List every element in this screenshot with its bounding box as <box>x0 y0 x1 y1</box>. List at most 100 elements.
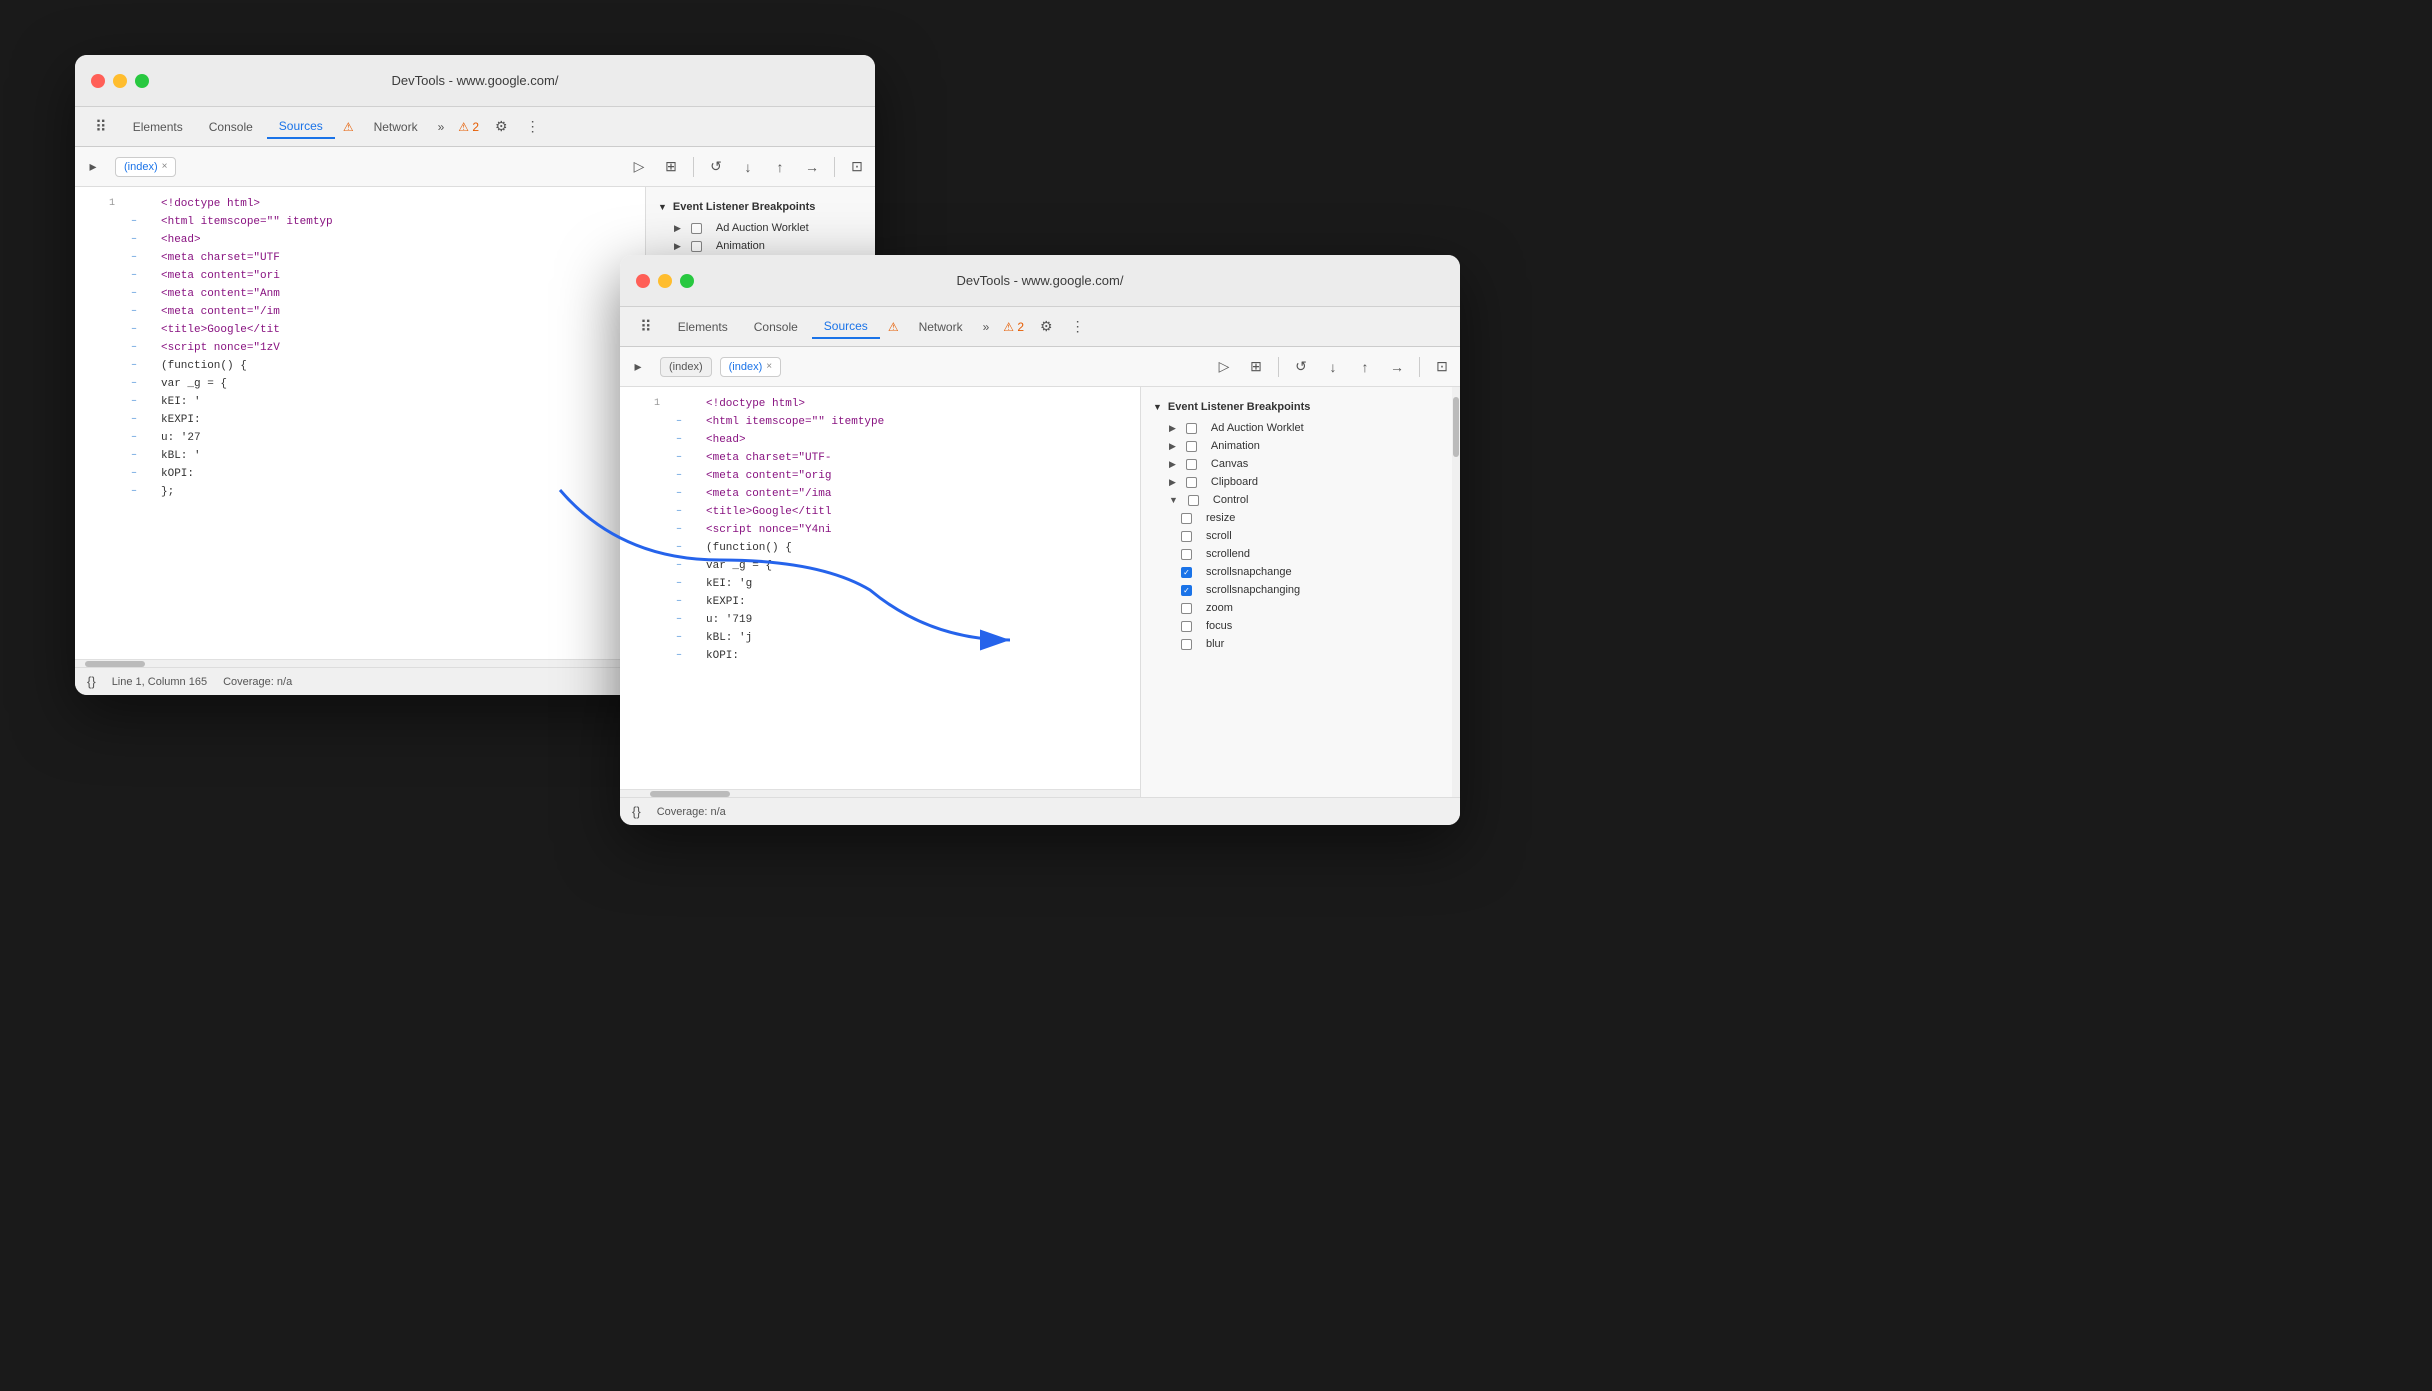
tab-console-1[interactable]: Console <box>197 116 265 138</box>
step-back-btn-2[interactable]: ↺ <box>1287 353 1315 381</box>
line-number <box>83 411 115 429</box>
close-button-1[interactable] <box>91 74 105 88</box>
checkbox-icon[interactable] <box>1186 477 1197 488</box>
checkbox-icon[interactable] <box>1181 513 1192 524</box>
columns-btn-2[interactable]: ⊞ <box>1242 353 1270 381</box>
line-content: <script nonce="Y4ni <box>706 521 831 539</box>
list-item[interactable]: ▶Canvas <box>1141 455 1460 473</box>
item-label: Animation <box>1211 440 1260 452</box>
file-tab-close-2b[interactable]: × <box>766 361 772 372</box>
title-bar-2: DevTools - www.google.com/ <box>620 255 1460 307</box>
checkbox-icon[interactable] <box>1181 549 1192 560</box>
right-panel-scrollbar-2[interactable] <box>1452 387 1460 797</box>
step-forward-btn-1[interactable]: → <box>798 153 826 181</box>
file-tab-2a[interactable]: (index) <box>660 357 712 377</box>
devtools-window-2: DevTools - www.google.com/ ⠿ Elements Co… <box>620 255 1460 825</box>
expand-btn-2[interactable]: ▷ <box>1210 353 1238 381</box>
list-item[interactable]: ▶Ad Auction Worklet <box>646 219 875 237</box>
checkbox-icon[interactable] <box>691 241 702 252</box>
line-dash: – <box>676 431 690 449</box>
line-number <box>83 375 115 393</box>
tab-network-1[interactable]: Network <box>362 116 430 138</box>
breakpoint-btn-1[interactable]: ⊡ <box>843 153 871 181</box>
tab-console-2[interactable]: Console <box>742 316 810 338</box>
file-tab-2b[interactable]: (index) × <box>720 357 781 377</box>
checkbox-icon[interactable] <box>691 223 702 234</box>
checkbox-icon[interactable] <box>1188 495 1199 506</box>
tab-more-1[interactable]: » <box>432 116 451 138</box>
columns-btn-1[interactable]: ⊞ <box>657 153 685 181</box>
tab-inspector-1[interactable]: ⠿ <box>83 113 119 141</box>
gear-icon-1[interactable]: ⚙ <box>487 114 516 139</box>
checkbox-icon[interactable] <box>1186 459 1197 470</box>
maximize-button-2[interactable] <box>680 274 694 288</box>
step-up-btn-1[interactable]: ↑ <box>766 153 794 181</box>
list-item[interactable]: blur <box>1141 635 1460 653</box>
checkbox-icon[interactable] <box>1186 441 1197 452</box>
list-item[interactable]: scrollend <box>1141 545 1460 563</box>
tab-elements-1[interactable]: Elements <box>121 116 195 138</box>
tab-network-2[interactable]: Network <box>907 316 975 338</box>
checkbox-icon[interactable] <box>1181 531 1192 542</box>
tab-more-2[interactable]: » <box>977 316 996 338</box>
line-dash: – <box>131 303 145 321</box>
tab-inspector-2[interactable]: ⠿ <box>628 313 664 341</box>
code-scrollbar-2[interactable] <box>620 789 1140 797</box>
list-item[interactable]: ▼Control <box>1141 491 1460 509</box>
checkbox-icon[interactable] <box>1181 639 1192 650</box>
line-dash: – <box>131 357 145 375</box>
file-tab-close-1[interactable]: × <box>162 161 168 172</box>
dots-icon-1[interactable]: ⋮ <box>518 114 548 139</box>
maximize-button-1[interactable] <box>135 74 149 88</box>
list-item[interactable]: ▶Animation <box>646 237 875 255</box>
code-line: – <title>Google</titl <box>620 503 1140 521</box>
list-item[interactable]: ▶Clipboard <box>1141 473 1460 491</box>
code-line: – <meta charset="UTF <box>75 249 645 267</box>
warning-count-2[interactable]: ⚠ 2 <box>997 316 1030 338</box>
line-dash: – <box>676 611 690 629</box>
expand-btn-1[interactable]: ▷ <box>625 153 653 181</box>
breakpoint-btn-2[interactable]: ⊡ <box>1428 353 1456 381</box>
dots-icon-2[interactable]: ⋮ <box>1063 314 1093 339</box>
sep-2 <box>834 157 835 177</box>
event-listener-title-2[interactable]: ▼ Event Listener Breakpoints <box>1141 395 1460 419</box>
tab-network-warning-2[interactable]: ⚠ <box>882 316 905 338</box>
tab-sources-2[interactable]: Sources <box>812 315 880 339</box>
close-button-2[interactable] <box>636 274 650 288</box>
list-item[interactable]: ▶Ad Auction Worklet <box>1141 419 1460 437</box>
minimize-button-1[interactable] <box>113 74 127 88</box>
step-down-btn-1[interactable]: ↓ <box>734 153 762 181</box>
code-scrollbar-1[interactable] <box>75 659 645 667</box>
checkbox-icon[interactable] <box>1181 621 1192 632</box>
step-forward-btn-2[interactable]: → <box>1383 353 1411 381</box>
checkbox-icon[interactable] <box>1186 423 1197 434</box>
tab-elements-2[interactable]: Elements <box>666 316 740 338</box>
right-panel-scroll-thumb-2 <box>1453 397 1459 457</box>
step-down-btn-2[interactable]: ↓ <box>1319 353 1347 381</box>
step-back-btn-1[interactable]: ↺ <box>702 153 730 181</box>
checkbox-icon[interactable] <box>1181 603 1192 614</box>
event-listener-title-1[interactable]: ▼ Event Listener Breakpoints <box>646 195 875 219</box>
file-tab-1[interactable]: (index) × <box>115 157 176 177</box>
checkbox-icon[interactable]: ✓ <box>1181 585 1192 596</box>
minimize-button-2[interactable] <box>658 274 672 288</box>
list-item[interactable]: ▶Animation <box>1141 437 1460 455</box>
gear-icon-2[interactable]: ⚙ <box>1032 314 1061 339</box>
list-item[interactable]: zoom <box>1141 599 1460 617</box>
line-number <box>83 339 115 357</box>
checkbox-icon[interactable]: ✓ <box>1181 567 1192 578</box>
list-item[interactable]: ✓scrollsnapchanging <box>1141 581 1460 599</box>
sidebar-toggle-2[interactable]: ▸ <box>624 353 652 381</box>
step-up-btn-2[interactable]: ↑ <box>1351 353 1379 381</box>
line-number: 1 <box>628 395 660 413</box>
warning-count-1[interactable]: ⚠ 2 <box>452 116 485 138</box>
list-item[interactable]: resize <box>1141 509 1460 527</box>
list-item[interactable]: scroll <box>1141 527 1460 545</box>
sources-label-1: Sources <box>279 119 323 133</box>
line-content: kEXPI: <box>161 411 201 429</box>
list-item[interactable]: focus <box>1141 617 1460 635</box>
list-item[interactable]: ✓scrollsnapchange <box>1141 563 1460 581</box>
sidebar-toggle-1[interactable]: ▸ <box>79 153 107 181</box>
tab-network-warning-1[interactable]: ⚠ <box>337 116 360 138</box>
tab-sources-1[interactable]: Sources <box>267 115 335 139</box>
